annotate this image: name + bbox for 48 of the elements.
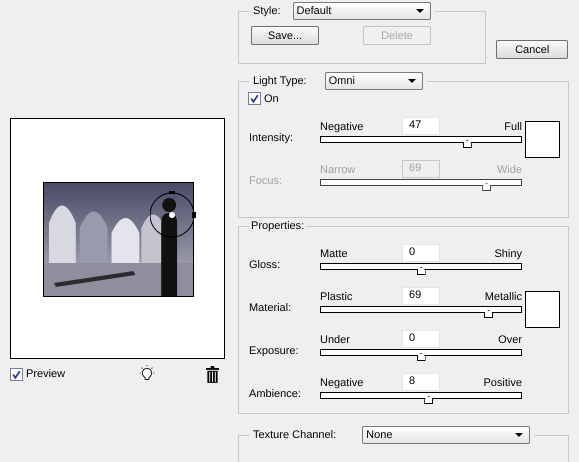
- slider-track[interactable]: [320, 306, 522, 313]
- caret-icon: [515, 433, 524, 437]
- slider-min-label: Plastic: [320, 291, 354, 305]
- slider-label: Intensity:: [249, 132, 294, 146]
- style-label: Style:: [253, 5, 281, 17]
- slider-max-label: Positive: [483, 377, 522, 391]
- slider-min-label: Narrow: [320, 164, 356, 178]
- value-field[interactable]: 47: [402, 117, 440, 135]
- light-type-label: Light Type:: [253, 75, 307, 87]
- slider-label: Material:: [249, 302, 292, 316]
- slider-label: Focus:: [249, 175, 284, 189]
- slider-label: Exposure:: [249, 345, 300, 359]
- slider-track[interactable]: [320, 349, 522, 356]
- value-field[interactable]: 8: [402, 373, 440, 391]
- on-checkbox[interactable]: On: [248, 92, 560, 105]
- checkmark-icon: [249, 93, 260, 104]
- light-bulb-icon[interactable]: [138, 365, 156, 383]
- slider-label: Ambience:: [249, 388, 302, 402]
- color-swatch[interactable]: [525, 121, 560, 158]
- slider-track[interactable]: [320, 263, 522, 270]
- slider-max-label: Wide: [496, 164, 522, 178]
- trash-icon[interactable]: [206, 366, 220, 382]
- slider-min-label: Under: [320, 334, 351, 348]
- save-button[interactable]: Save...: [251, 26, 319, 45]
- texture-channel-label: Texture Channel:: [253, 429, 336, 441]
- preview-checkbox[interactable]: Preview: [10, 368, 66, 380]
- slider-max-label: Metallic: [484, 291, 522, 305]
- style-dropdown[interactable]: Default: [292, 2, 431, 20]
- caret-icon: [408, 79, 416, 83]
- slider-track[interactable]: [320, 136, 522, 143]
- color-swatch[interactable]: [525, 291, 560, 328]
- value-field[interactable]: 0: [402, 330, 440, 348]
- checkmark-icon: [11, 368, 22, 380]
- cancel-button[interactable]: Cancel: [496, 40, 568, 59]
- slider-label: Gloss:: [249, 259, 282, 273]
- value-field[interactable]: 69: [402, 287, 440, 305]
- slider-min-label: Matte: [320, 248, 349, 262]
- slider-max-label: Full: [504, 121, 522, 135]
- value-field[interactable]: 0: [402, 244, 440, 262]
- slider-max-label: Shiny: [494, 248, 522, 262]
- properties-label: Properties:: [251, 220, 304, 232]
- slider-min-label: Negative: [320, 377, 364, 391]
- slider-min-label: Negative: [320, 121, 364, 135]
- slider-track[interactable]: [320, 392, 522, 399]
- caret-icon: [416, 9, 424, 13]
- slider-max-label: Over: [498, 334, 522, 348]
- texture-channel-dropdown[interactable]: None: [362, 426, 530, 444]
- light-type-dropdown[interactable]: Omni: [324, 72, 423, 90]
